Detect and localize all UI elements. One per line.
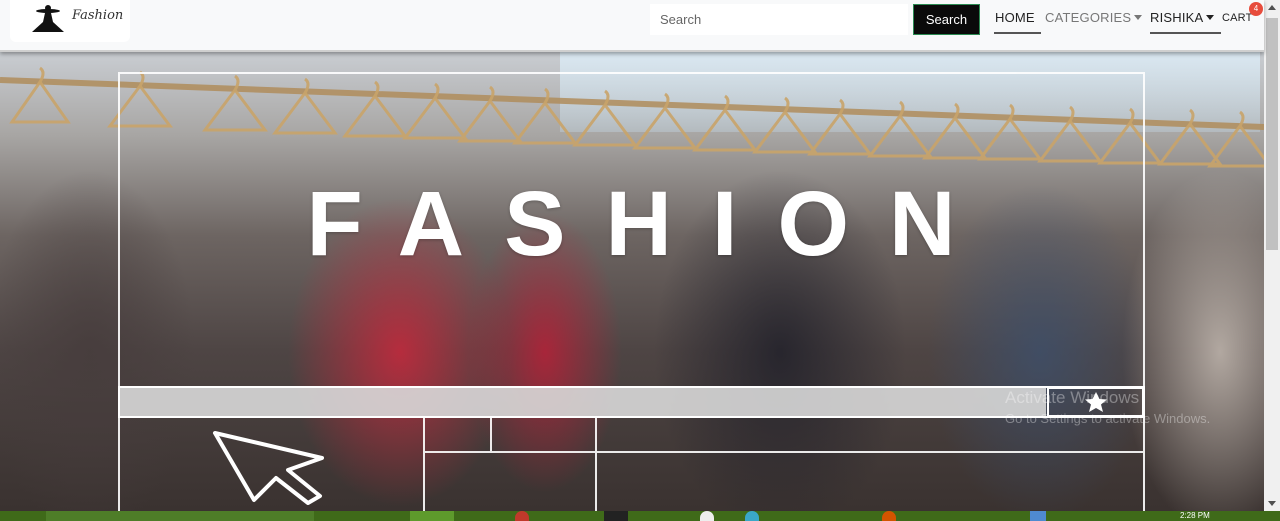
nav-categories-dropdown[interactable]: CATEGORIES <box>1045 10 1143 32</box>
cart-count-badge: 4 <box>1249 2 1263 16</box>
caret-down-icon <box>1134 15 1143 20</box>
hero-progress-bar <box>120 388 1046 416</box>
nav-home-link[interactable]: HOME <box>994 10 1041 34</box>
cursor-arrow-icon <box>213 431 324 505</box>
taskbar-app-icon[interactable] <box>410 511 454 521</box>
scroll-down-arrow-icon[interactable] <box>1264 495 1280 511</box>
top-navbar: Fashion Search HOME CATEGORIES RISHIKA C… <box>0 0 1264 52</box>
taskbar-app-icon[interactable] <box>700 511 714 521</box>
brand-logo[interactable]: Fashion <box>10 0 130 42</box>
hero-graphics <box>0 66 1264 511</box>
windows-taskbar: 2:28 PM <box>0 511 1280 521</box>
logo-text: Fashion <box>72 8 124 23</box>
nav-user-dropdown[interactable]: RISHIKA <box>1150 10 1222 34</box>
vertical-scrollbar[interactable] <box>1264 0 1280 511</box>
hero-banner: FASHION <box>0 52 1264 511</box>
nav-cart-link[interactable]: CART <box>1222 12 1253 31</box>
taskbar-search-box[interactable] <box>46 511 314 521</box>
taskbar-clock[interactable]: 2:28 PM <box>1180 511 1210 521</box>
taskbar-app-icon[interactable] <box>515 511 529 521</box>
dress-figure-icon <box>32 5 64 32</box>
scrollbar-thumb[interactable] <box>1266 18 1278 250</box>
taskbar-app-icon[interactable] <box>1030 511 1046 521</box>
hero-title: FASHION <box>306 173 996 275</box>
search-input[interactable] <box>650 4 908 35</box>
activate-windows-subtitle: Go to Settings to activate Windows. <box>1005 411 1211 426</box>
taskbar-app-icon[interactable] <box>882 511 896 521</box>
categories-label: CATEGORIES <box>1045 10 1132 25</box>
activate-windows-title: Activate Windows <box>1005 388 1140 407</box>
caret-down-icon <box>1206 15 1215 20</box>
taskbar-app-icon[interactable] <box>604 511 628 521</box>
scroll-up-arrow-icon[interactable] <box>1264 0 1280 16</box>
search-button[interactable]: Search <box>913 4 980 35</box>
user-name-label: RISHIKA <box>1150 10 1204 25</box>
taskbar-app-icon[interactable] <box>745 511 759 521</box>
